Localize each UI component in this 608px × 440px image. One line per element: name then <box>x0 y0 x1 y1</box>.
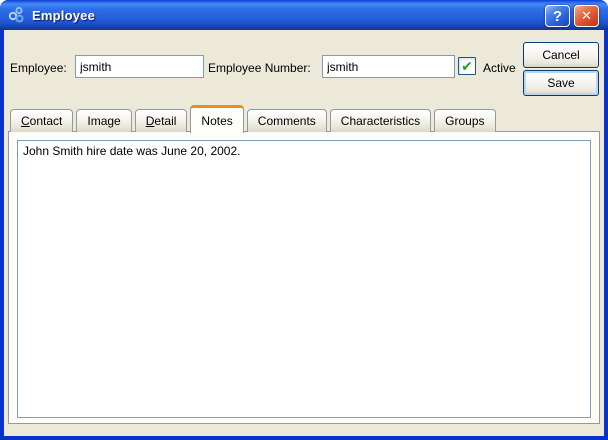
save-button[interactable]: Save <box>523 70 599 96</box>
employee-number-label: Employee Number: <box>208 61 311 75</box>
tab-detail[interactable]: Detail <box>134 109 188 132</box>
window-title: Employee <box>32 7 96 23</box>
check-icon: ✔ <box>461 58 473 74</box>
dialog-body: Employee: Employee Number: ✔ Active Canc… <box>4 30 604 436</box>
notes-textarea[interactable]: John Smith hire date was June 20, 2002. <box>17 140 591 418</box>
tab-bar: Contact Image Detail Notes Comments Char… <box>10 104 496 133</box>
help-icon: ? <box>552 7 563 25</box>
tab-image[interactable]: Image <box>76 109 132 132</box>
tab-contact[interactable]: Contact <box>10 109 74 132</box>
close-icon: ✕ <box>581 8 592 23</box>
employee-number-input[interactable] <box>322 55 455 78</box>
tab-groups[interactable]: Groups <box>434 109 496 132</box>
titlebar[interactable]: Employee ? ✕ <box>0 0 608 30</box>
help-button[interactable]: ? <box>545 5 570 27</box>
employee-dialog: Employee ? ✕ Employee: Employee Number: … <box>0 0 608 440</box>
tab-notes[interactable]: Notes <box>190 105 244 133</box>
tab-comments[interactable]: Comments <box>246 109 327 132</box>
tab-characteristics[interactable]: Characteristics <box>329 109 432 132</box>
close-button[interactable]: ✕ <box>574 5 599 27</box>
employee-input[interactable] <box>75 55 204 78</box>
active-label: Active <box>483 61 516 75</box>
app-icon <box>8 6 24 23</box>
employee-label: Employee: <box>10 61 67 75</box>
cancel-button[interactable]: Cancel <box>523 42 599 68</box>
active-checkbox[interactable]: ✔ <box>458 57 476 75</box>
